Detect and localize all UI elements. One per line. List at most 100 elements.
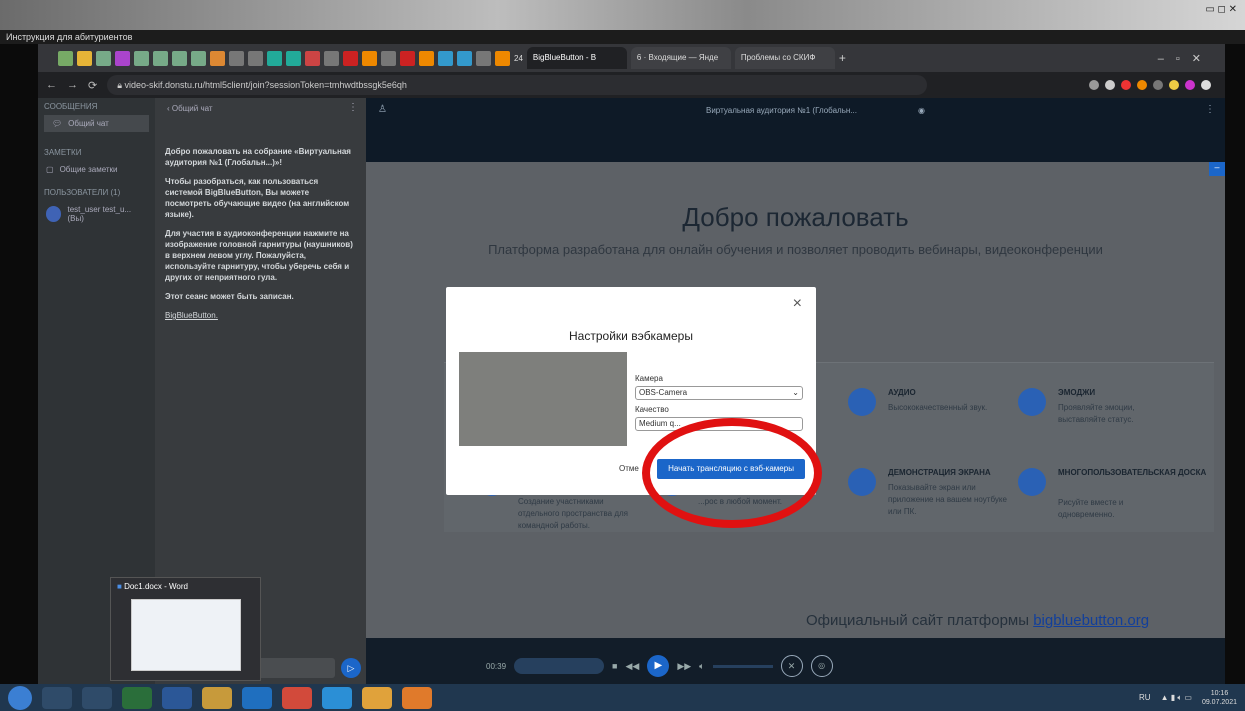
start-icon[interactable] [8,685,32,710]
recording-icon[interactable]: ◉ [918,106,925,115]
taskbar-app-icon[interactable] [82,686,112,709]
extension-icon[interactable] [1089,80,1099,90]
feature-screenshare-title: ДЕМОНСТРАЦИЯ ЭКРАНА [888,468,991,477]
favicon-tab-icon[interactable] [457,50,472,66]
clock-time: 10:16 [1210,689,1229,697]
play-icon[interactable]: ▶ [647,655,670,677]
tab-bigbluebutton[interactable]: BigBlueButton - В [526,47,627,69]
favicon-tab-icon[interactable] [210,50,225,66]
outer-window-title: Инструкция для абитуриентов [0,30,1245,44]
favicon-tab-icon[interactable] [191,50,206,66]
quality-label: Качество [635,405,669,414]
favicon-tab-icon[interactable] [476,50,491,66]
favicon-tab-icon[interactable] [153,50,168,66]
taskbar-thumbnail[interactable]: ■ Doc1.docx - Word [110,577,261,681]
tab-problems[interactable]: Проблемы со СКИФ [734,47,835,69]
favicon-tab-icon[interactable] [248,50,263,66]
close-icon[interactable]: × [793,295,802,313]
favicon-tab-icon[interactable] [419,50,434,66]
thumbnail-title: ■ Doc1.docx - Word [111,578,260,595]
word-icon[interactable] [162,686,192,709]
excel-icon[interactable] [122,686,152,709]
star-icon[interactable] [1105,80,1115,90]
favicon-tab-icon[interactable] [324,50,339,66]
minimize-presentation-button[interactable]: – [1209,162,1225,176]
favicon-tab-icon[interactable] [172,50,187,66]
tab-inbox[interactable]: 6 · Входящие — Янде [630,47,731,69]
camera-select[interactable]: OBS-Camera ⌄ [635,386,803,400]
volume-slider[interactable] [712,664,773,668]
extensions-bar [1089,80,1211,90]
chat-link[interactable]: BigBlueButton. [165,310,355,321]
feature-audio-title: АУДИО [888,388,916,397]
feature-emoji-title: ЭМОДЖИ [1058,388,1096,397]
telegram-icon[interactable] [322,686,352,709]
tray-icons[interactable]: ▲ ▮ 🔈︎ ▭ [1161,693,1192,703]
chrome-icon[interactable] [282,686,312,709]
public-chat-item[interactable]: 💬︎ Общий чат [44,115,149,132]
favicon-tab-icon[interactable] [77,50,92,66]
volume-icon[interactable]: 🔈︎ [699,661,704,672]
favicon-tab-icon[interactable] [229,50,244,66]
taskbar-app-icon[interactable] [402,686,432,709]
stop-icon[interactable]: ■ [612,661,617,671]
favicon-tab-icon[interactable] [305,50,320,66]
back-icon[interactable]: ← [46,79,57,91]
favicon-tab-icon[interactable] [438,50,453,66]
audio-controls[interactable] [514,658,605,674]
forward-icon[interactable]: → [67,79,78,91]
extension-icon[interactable] [1185,80,1195,90]
forward-icon[interactable]: ▶▶ [677,661,691,672]
profile-icon[interactable] [1201,80,1211,90]
user-icon[interactable]: ♙ [378,104,387,115]
chat-para3: Этот сеанс может быть записан. [165,292,294,301]
options-icon[interactable]: ⋮ [1205,104,1215,115]
camera-label: Камера [635,374,663,383]
browser-window-controls[interactable]: –▫✕ [1158,52,1213,65]
footer-link[interactable]: bigbluebutton.org [1033,612,1149,629]
word-icon: ■ [117,582,125,591]
shared-notes-item[interactable]: ▢ Общие заметки [38,161,155,178]
footer: Официальный сайт платформы bigbluebutton… [806,612,1149,629]
rewind-icon[interactable]: ◀◀ [625,661,639,672]
chat-options-icon[interactable]: ⋮ [348,102,358,113]
favicon-tab-icon[interactable] [58,50,73,66]
favicon-tab-icon[interactable] [495,50,510,66]
user-item[interactable]: test_user test_u... (Вы) [38,201,155,227]
send-button[interactable]: ▷ [341,658,361,678]
tab-strip: 24 BigBlueButton - В 6 · Входящие — Янде… [38,44,1225,72]
screenshare-button[interactable]: ✕ [780,655,803,677]
favicon-tab-icon[interactable] [286,50,301,66]
webcam-button[interactable]: ◎ [810,655,833,677]
extension-icon[interactable] [1169,80,1179,90]
extension-icon[interactable] [1121,80,1131,90]
whiteboard-feature-icon [1018,468,1046,496]
lock-icon: 🔒︎ [117,80,125,90]
favicon-tab-icon[interactable] [362,50,377,66]
tab-count-badge: 24 [514,53,523,63]
outlook-icon[interactable] [242,686,272,709]
language-indicator[interactable]: RU [1139,693,1151,702]
explorer-icon[interactable] [202,686,232,709]
favicon-tab-icon[interactable] [134,50,149,66]
favicon-tab-icon[interactable] [400,50,415,66]
cancel-button[interactable]: Отме [619,464,639,473]
clock[interactable]: 10:16 09.07.2021 [1202,689,1237,707]
new-tab-icon[interactable]: + [839,51,846,65]
favicon-tab-icon[interactable] [267,50,282,66]
taskbar-app-icon[interactable] [42,686,72,709]
favicon-tab-icon[interactable] [343,50,358,66]
window-controls[interactable]: ▭ ◻ ✕ [1205,4,1237,15]
favicon-tab-icon[interactable] [115,50,130,66]
extension-icon[interactable] [1153,80,1163,90]
feature-breakout-desc: Создание участниками отдельного простран… [518,497,629,530]
favicon-tab-icon[interactable] [96,50,111,66]
favicon-tab-icon[interactable] [381,50,396,66]
audio-feature-icon [848,388,876,416]
users-header: ПОЛЬЗОВАТЕЛИ (1) [44,188,121,197]
url-input[interactable]: 🔒︎ video-skif.donstu.ru/html5client/join… [107,75,928,95]
reload-icon[interactable]: ⟳ [88,79,97,92]
taskbar-app-icon[interactable] [362,686,392,709]
chat-header[interactable]: ‹ Общий чат [167,104,213,113]
extension-icon[interactable] [1137,80,1147,90]
